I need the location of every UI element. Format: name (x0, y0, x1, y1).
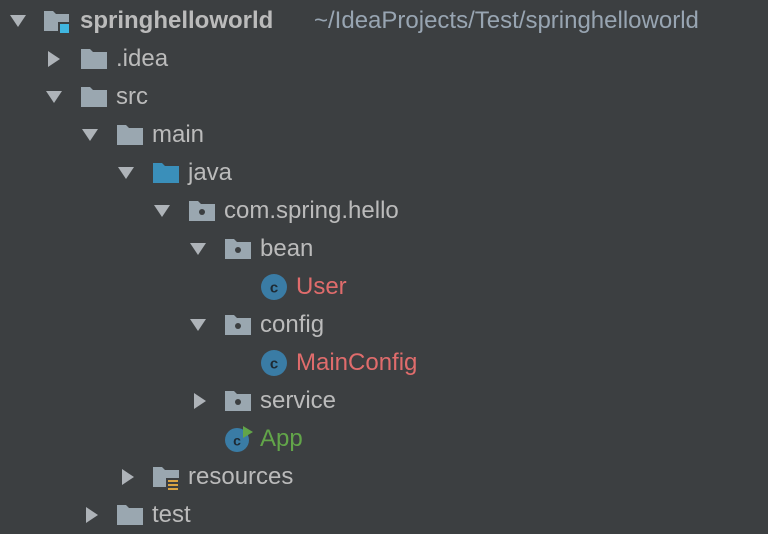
tree-row-user[interactable]: c User (0, 268, 768, 306)
tree-row-app[interactable]: c App (0, 420, 768, 458)
package-icon (224, 387, 252, 415)
tree-row-idea[interactable]: .idea (0, 40, 768, 78)
chevron-down-icon[interactable] (44, 88, 64, 106)
chevron-right-icon[interactable] (118, 468, 138, 486)
class-icon: c (260, 349, 288, 377)
project-tree: springhelloworld ~/IdeaProjects/Test/spr… (0, 0, 768, 530)
tree-label-mainconfig: MainConfig (296, 349, 418, 376)
project-name: springhelloworld (80, 7, 274, 34)
tree-row-resources[interactable]: resources (0, 458, 768, 496)
svg-text:c: c (233, 433, 241, 449)
tree-label-src: src (116, 83, 148, 110)
tree-label-idea: .idea (116, 45, 169, 72)
tree-row-config[interactable]: config (0, 306, 768, 344)
tree-label-java: java (188, 159, 233, 186)
tree-label-bean: bean (260, 235, 314, 262)
chevron-down-icon[interactable] (8, 12, 28, 30)
tree-row-service[interactable]: service (0, 382, 768, 420)
folder-icon (116, 501, 144, 529)
folder-icon (116, 121, 144, 149)
svg-text:c: c (270, 280, 278, 297)
tree-row-test[interactable]: test (0, 496, 768, 534)
tree-row-package[interactable]: com.spring.hello (0, 192, 768, 230)
tree-row-bean[interactable]: bean (0, 230, 768, 268)
tree-label-app: App (260, 425, 303, 452)
tree-label-main: main (152, 121, 205, 148)
folder-icon (80, 45, 108, 73)
tree-label-service: service (260, 387, 337, 414)
package-icon (224, 311, 252, 339)
tree-label-config: config (260, 311, 325, 338)
tree-row-main[interactable]: main (0, 116, 768, 154)
folder-icon (80, 83, 108, 111)
tree-row-mainconfig[interactable]: c MainConfig (0, 344, 768, 382)
class-icon: c (260, 273, 288, 301)
svg-text:c: c (270, 356, 278, 373)
tree-label-package: com.spring.hello (224, 197, 399, 224)
package-icon (188, 197, 216, 225)
tree-row-project[interactable]: springhelloworld ~/IdeaProjects/Test/spr… (0, 2, 768, 40)
chevron-down-icon[interactable] (188, 240, 208, 258)
chevron-right-icon[interactable] (190, 392, 210, 410)
chevron-down-icon[interactable] (152, 202, 172, 220)
tree-row-src[interactable]: src (0, 78, 768, 116)
module-icon (42, 7, 70, 35)
project-path: ~/IdeaProjects/Test/springhelloworld (314, 7, 699, 34)
chevron-right-icon[interactable] (82, 506, 102, 524)
source-folder-icon (152, 159, 180, 187)
runnable-class-icon: c (224, 425, 253, 453)
tree-label-test: test (152, 501, 191, 528)
tree-row-java[interactable]: java (0, 154, 768, 192)
tree-label-user: User (296, 273, 347, 300)
chevron-right-icon[interactable] (44, 50, 64, 68)
tree-label-resources: resources (188, 463, 294, 490)
chevron-down-icon[interactable] (80, 126, 100, 144)
resources-folder-icon (152, 463, 180, 492)
chevron-down-icon[interactable] (116, 164, 136, 182)
package-icon (224, 235, 252, 263)
chevron-down-icon[interactable] (188, 316, 208, 334)
